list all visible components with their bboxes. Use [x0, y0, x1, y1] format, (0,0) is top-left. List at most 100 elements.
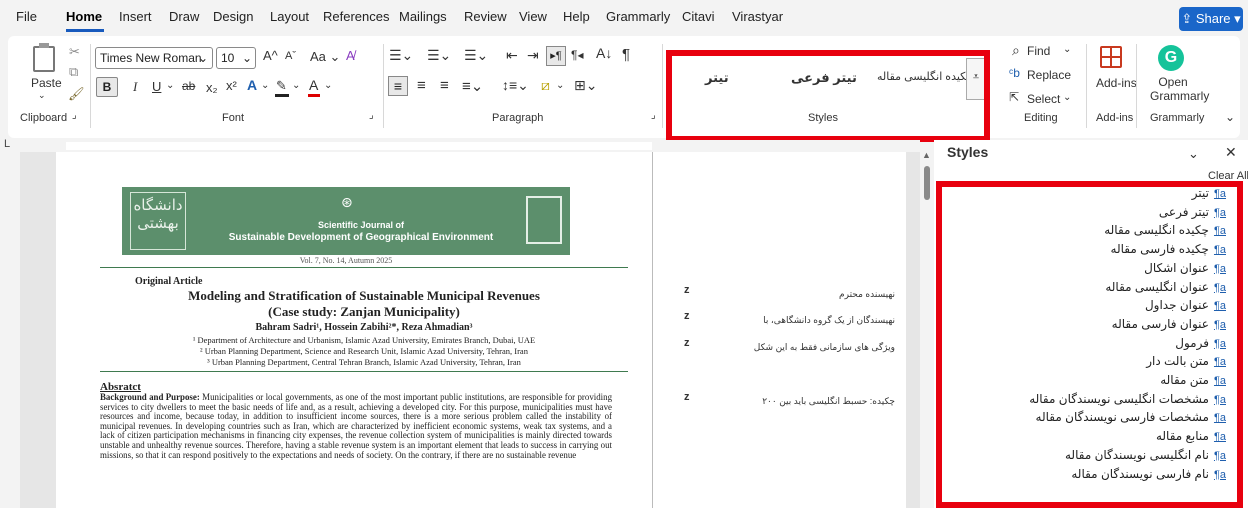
banner-rule — [100, 267, 628, 268]
vertical-scrollbar[interactable] — [920, 152, 934, 508]
grow-font-icon[interactable]: A^ — [263, 48, 278, 63]
clipboard-launcher-icon[interactable]: ⌟ — [72, 110, 77, 121]
italic-button[interactable]: I — [133, 79, 137, 95]
tab-mailings[interactable]: Mailings — [399, 9, 447, 24]
margin-note: ویژگی های سازمانی فقط به این شکل — [753, 342, 895, 352]
tab-file[interactable]: File — [16, 9, 37, 24]
chevron-down-icon[interactable]: ⌄ — [1063, 44, 1071, 55]
font-name-combo[interactable]: Times New Roman ⌄ — [95, 47, 213, 69]
margin-note: چکیده: حسبط انگلیسی باید بین ۲۰۰ — [762, 396, 895, 406]
select-button[interactable]: Select — [1027, 92, 1060, 106]
red-highlight-styles-gallery — [666, 50, 990, 142]
note-marker[interactable]: z — [684, 391, 690, 403]
decrease-indent-icon[interactable]: ⇤ — [506, 47, 518, 64]
group-label-grammarly: Grammarly — [1150, 112, 1205, 124]
paragraph-launcher-icon[interactable]: ⌟ — [651, 110, 656, 121]
chevron-down-icon: ▾ — [1230, 11, 1241, 26]
superscript-button[interactable]: x² — [226, 78, 237, 93]
copy-icon[interactable]: ⧉ — [69, 64, 78, 80]
note-marker[interactable]: z — [684, 310, 690, 322]
chevron-down-icon[interactable]: ⌄ — [166, 80, 174, 91]
font-launcher-icon[interactable]: ⌟ — [369, 110, 374, 121]
ltr-text-direction-icon[interactable]: ▸¶ — [546, 46, 566, 66]
close-icon[interactable]: ✕ — [1225, 144, 1237, 161]
borders-icon[interactable]: ⊞⌄ — [574, 77, 597, 94]
journal-name-line2: Sustainable Development of Geographical … — [228, 232, 494, 243]
tab-review[interactable]: Review — [464, 9, 507, 24]
chevron-down-icon[interactable]: ⌄ — [556, 80, 564, 91]
paste-dropdown-icon[interactable]: ⌄ — [38, 90, 46, 101]
scrollbar-thumb[interactable] — [924, 166, 930, 200]
chevron-down-icon: ⌄ — [197, 51, 208, 65]
show-formatting-marks-icon[interactable]: ¶ — [622, 46, 630, 63]
subscript-button[interactable]: x₂ — [206, 80, 218, 95]
tab-grammarly[interactable]: Grammarly — [606, 9, 670, 24]
numbering-icon[interactable]: ☰⌄ — [427, 47, 451, 64]
paste-button[interactable]: Paste — [31, 76, 62, 90]
chevron-down-icon: ⌄ — [241, 51, 252, 65]
tab-layout[interactable]: Layout — [270, 9, 309, 24]
open-grammarly-button[interactable]: Open Grammarly — [1150, 75, 1209, 103]
separator — [662, 44, 663, 128]
cut-icon[interactable]: ✂ — [69, 44, 80, 60]
tab-help[interactable]: Help — [563, 9, 590, 24]
tab-view[interactable]: View — [519, 9, 547, 24]
horizontal-ruler[interactable] — [66, 142, 652, 150]
paste-icon — [33, 43, 55, 72]
margin-note: نهیسنده محترم — [839, 289, 895, 299]
select-arrow-icon: ⇱ — [1009, 90, 1020, 104]
tab-virastyar[interactable]: Virastyar — [732, 9, 783, 24]
shading-icon[interactable]: ⧄ — [541, 77, 550, 94]
change-case-icon[interactable]: Aa ⌄ — [310, 49, 340, 65]
addins-icon — [1100, 46, 1122, 68]
share-button[interactable]: ⇪ Share ▾ — [1179, 7, 1243, 31]
justify-icon[interactable]: ≡⌄ — [462, 77, 483, 95]
chevron-down-icon[interactable]: ⌄ — [324, 80, 332, 91]
find-button[interactable]: Find — [1027, 44, 1050, 58]
clear-formatting-icon[interactable]: A̸ — [346, 48, 355, 63]
tab-home[interactable]: Home — [66, 9, 102, 24]
abstract-heading: Absratct — [100, 381, 141, 393]
replace-button[interactable]: Replace — [1027, 68, 1071, 82]
note-marker[interactable]: z — [684, 284, 690, 296]
format-painter-icon[interactable]: 🖌 — [68, 86, 85, 102]
bullets-icon[interactable]: ☰⌄ — [389, 47, 413, 64]
font-size-value: 10 — [221, 51, 235, 65]
bold-button[interactable]: B — [96, 77, 118, 97]
increase-indent-icon[interactable]: ⇥ — [527, 47, 539, 64]
align-left-icon[interactable]: ≡ — [388, 76, 408, 96]
chevron-down-icon[interactable]: ⌄ — [261, 80, 269, 91]
highlight-icon[interactable]: ✎ — [276, 78, 287, 94]
tab-references[interactable]: References — [323, 9, 389, 24]
scroll-up-icon[interactable]: ▲ — [922, 150, 931, 160]
line-spacing-icon[interactable]: ↕≡⌄ — [502, 77, 529, 94]
group-label-paragraph: Paragraph — [492, 112, 544, 124]
note-marker[interactable]: z — [684, 337, 690, 349]
shrink-font-icon[interactable]: Aˇ — [285, 50, 296, 62]
align-right-icon[interactable]: ≡ — [440, 77, 449, 94]
tab-insert[interactable]: Insert — [119, 9, 152, 24]
text-effects-icon[interactable]: A — [247, 77, 257, 93]
tab-design[interactable]: Design — [213, 9, 253, 24]
tab-draw[interactable]: Draw — [169, 9, 199, 24]
sort-icon[interactable]: A↓ — [596, 45, 612, 61]
collapse-ribbon-icon[interactable]: ⌄ — [1225, 110, 1235, 124]
tab-selector-icon[interactable]: L — [4, 138, 10, 150]
article-type: Original Article — [135, 276, 203, 287]
abstract-body[interactable]: Background and Purpose: Municipalities o… — [100, 393, 612, 493]
addins-button[interactable]: Add-ins — [1096, 76, 1137, 90]
multilevel-list-icon[interactable]: ☰⌄ — [464, 47, 488, 64]
vertical-ruler — [0, 152, 20, 508]
rtl-text-direction-icon[interactable]: ¶◂ — [571, 48, 583, 62]
chevron-down-icon[interactable]: ⌄ — [292, 80, 300, 91]
font-color-icon[interactable]: A — [309, 77, 318, 93]
align-center-icon[interactable]: ≡ — [417, 77, 426, 94]
pane-options-icon[interactable]: ⌄ — [1188, 146, 1199, 162]
replace-icon: ᶜb — [1009, 66, 1020, 80]
strikethrough-button[interactable]: ab — [182, 79, 195, 93]
tab-citavi[interactable]: Citavi — [682, 9, 715, 24]
separator — [383, 44, 384, 128]
underline-button[interactable]: U — [152, 79, 161, 94]
font-size-combo[interactable]: 10 ⌄ — [216, 47, 256, 69]
affiliation-3: ³ Urban Planning Department, Central Teh… — [207, 357, 521, 367]
